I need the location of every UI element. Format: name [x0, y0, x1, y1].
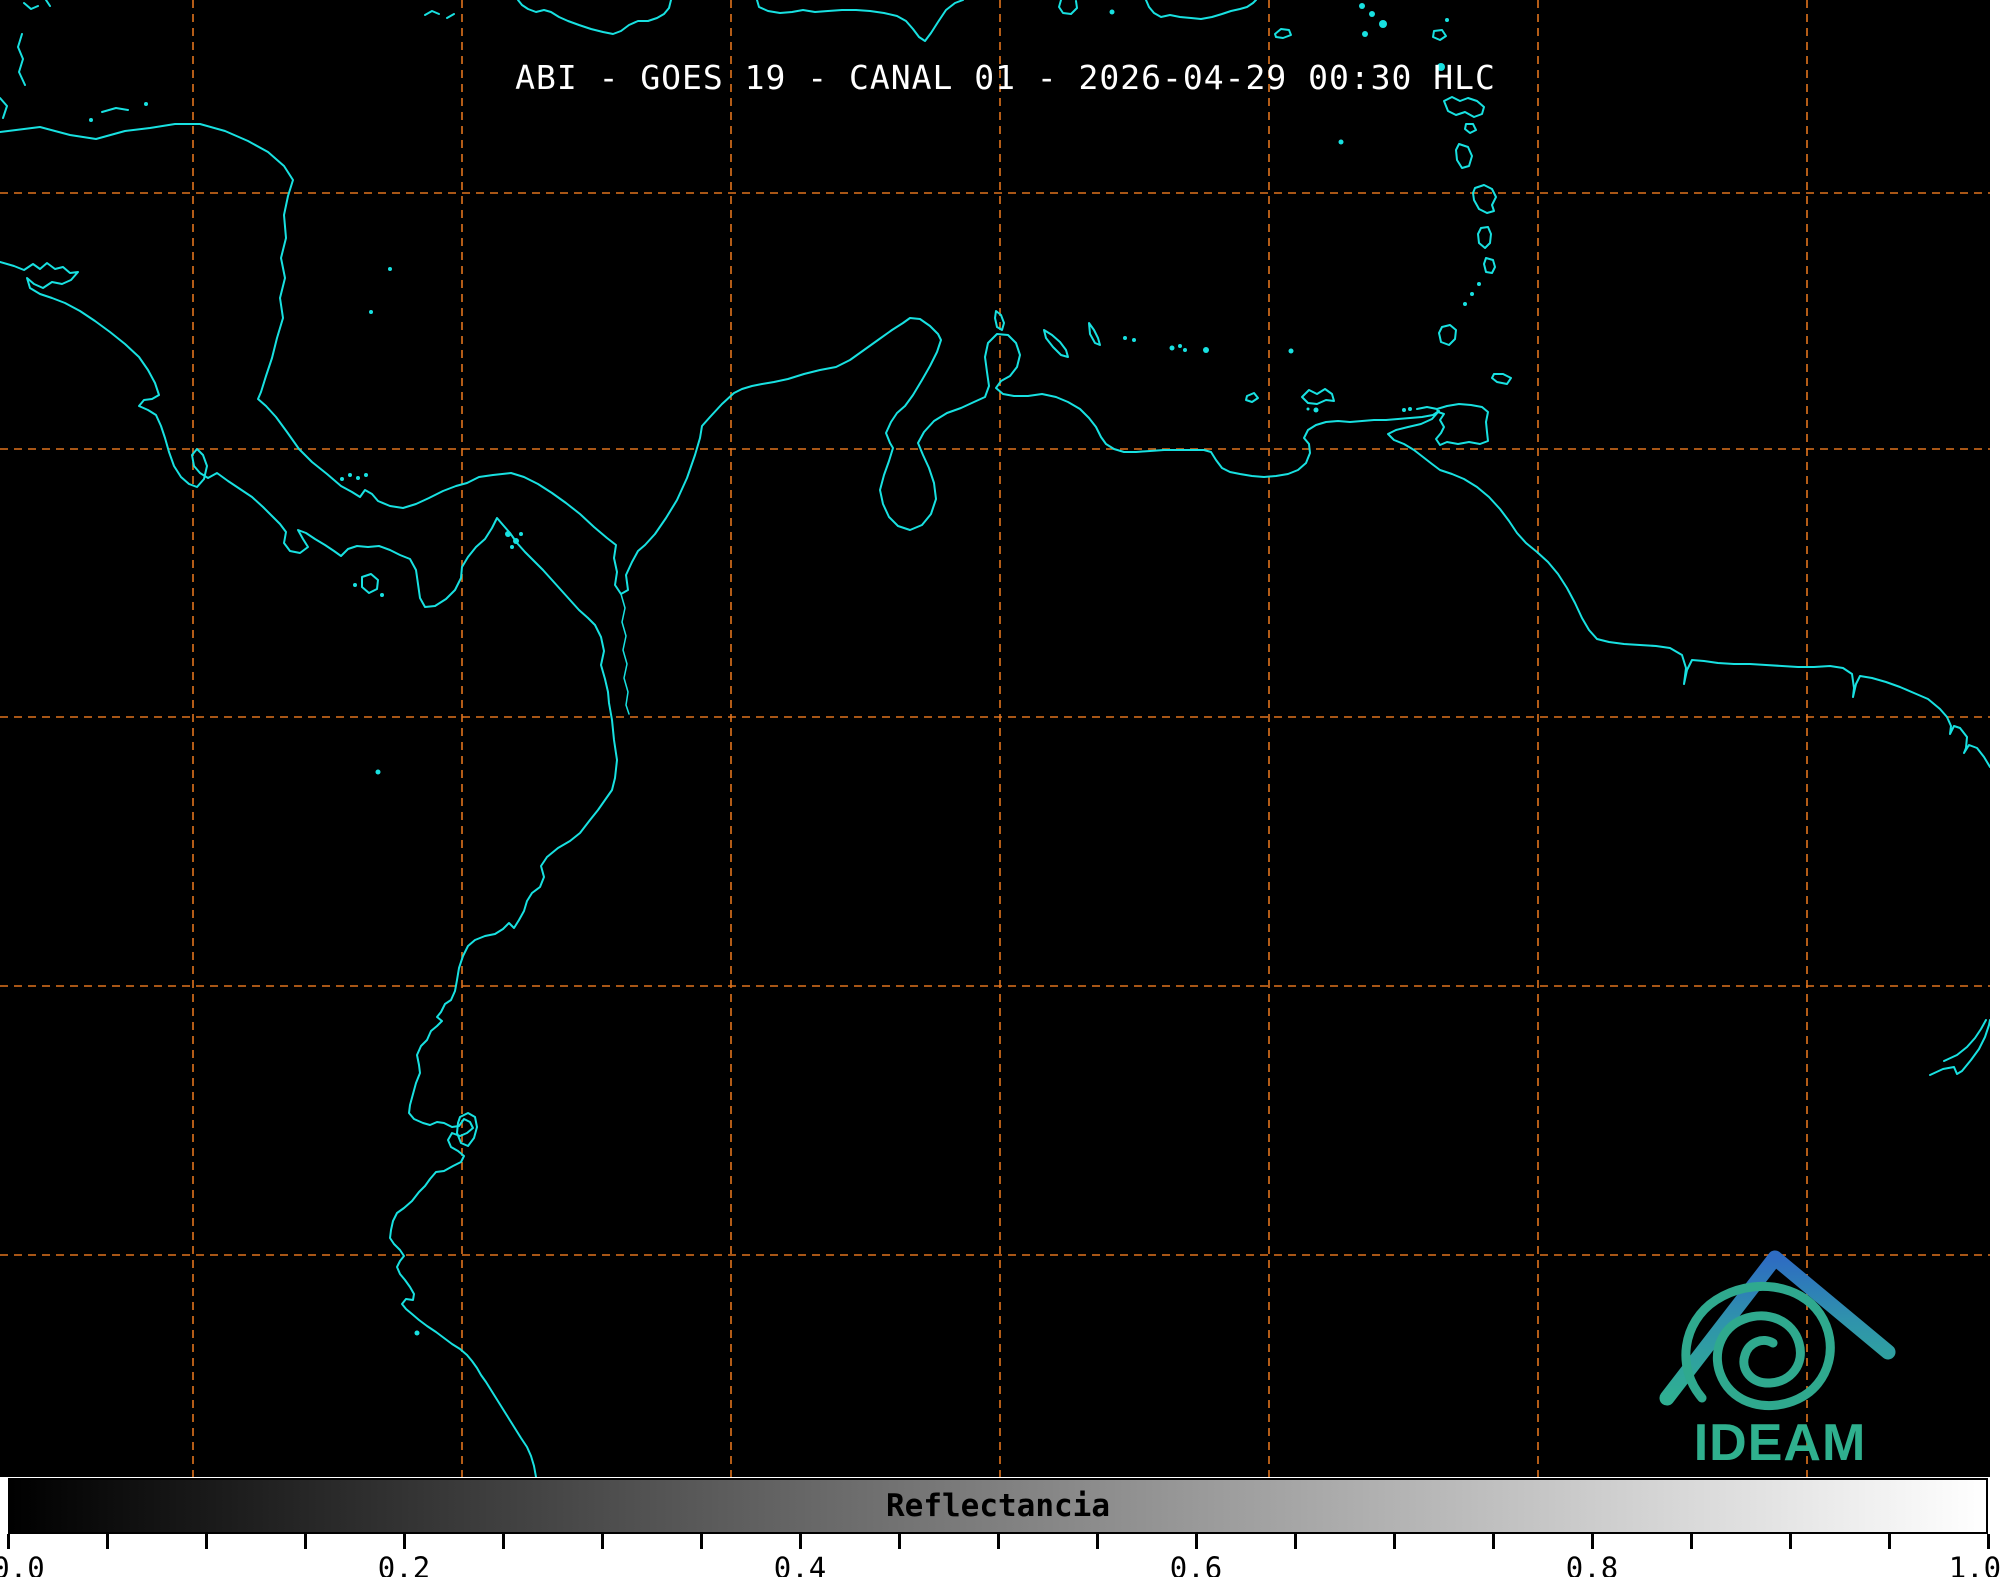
colorbar-tick [7, 1534, 10, 1549]
colorbar-tick [898, 1534, 901, 1549]
colorbar-tick [304, 1534, 307, 1549]
colorbar-ticks: 0.0 0.2 0.4 0.6 0.8 1.0 [0, 1477, 2011, 1577]
coast-hispaniola-south [756, 0, 964, 42]
colorbar-tick [601, 1534, 604, 1549]
colorbar-tick-label: 1.0 [1948, 1551, 2002, 1577]
colorbar-tick [1393, 1534, 1396, 1549]
island-antigua [1432, 29, 1447, 41]
island-st-lucia [1477, 226, 1492, 249]
island-grenada [1438, 324, 1457, 346]
island-martinique [1472, 184, 1497, 214]
colorbar-tick [1888, 1534, 1891, 1549]
image-title: ABI - GOES 19 - CANAL 01 - 2026-04-29 00… [515, 58, 1496, 97]
island-mona [1058, 0, 1078, 15]
colorbar-tick [1195, 1534, 1198, 1549]
colorbar-tick [997, 1534, 1000, 1549]
colorbar-tick [700, 1534, 703, 1549]
coast-atrato-river [620, 593, 630, 715]
island-dominica [1455, 143, 1473, 169]
coast-caribbean-mainland [0, 123, 1990, 768]
island-la-tortuga [1245, 392, 1259, 403]
coast-puerto-rico-south [1145, 0, 1257, 20]
map-right-margin [1990, 0, 2011, 1477]
island-guadeloupe [1443, 96, 1485, 118]
coast-pacific-mainland [0, 261, 618, 1477]
ideam-logo-text: IDEAM [1693, 1414, 1867, 1472]
colorbar-tick [1690, 1534, 1693, 1549]
colorbar-tick [1591, 1534, 1594, 1549]
colorbar-tick-label: 0.0 [0, 1551, 45, 1577]
colorbar-zone: Reflectancia 0.0 0.2 0.4 0.6 0.8 1.0 [0, 1477, 2011, 1577]
colorbar-tick [106, 1534, 109, 1549]
colorbar-tick-label: 0.6 [1169, 1551, 1223, 1577]
small-island-dots [89, 3, 1481, 1336]
island-trinidad [1416, 403, 1489, 446]
island-st-vincent [1483, 257, 1496, 274]
island-tobago [1491, 373, 1512, 385]
colorbar-tick [1987, 1534, 1990, 1549]
colorbar-tick-label: 0.4 [773, 1551, 827, 1577]
colorbar-tick [502, 1534, 505, 1549]
island-bonaire [1088, 322, 1101, 346]
island-margarita [1301, 388, 1335, 405]
colorbar-tick [1492, 1534, 1495, 1549]
colorbar-tick [1294, 1534, 1297, 1549]
colorbar-tick-label: 0.2 [377, 1551, 431, 1577]
coast-amapa-corner [1929, 1019, 1990, 1076]
island-marie-galante [1464, 123, 1477, 134]
island-curacao [1043, 329, 1069, 358]
colorbar-tick [403, 1534, 406, 1549]
colorbar-tick [1096, 1534, 1099, 1549]
satellite-image-screen: ABI - GOES 19 - CANAL 01 - 2026-04-29 00… [0, 0, 2011, 1577]
island-st-croix [1274, 28, 1292, 39]
colorbar-tick-label: 0.8 [1565, 1551, 1619, 1577]
island-puna [456, 1112, 478, 1147]
coast-jamaica-south [517, 0, 672, 35]
map-area: ABI - GOES 19 - CANAL 01 - 2026-04-29 00… [0, 0, 1990, 1477]
colorbar-tick [205, 1534, 208, 1549]
island-coiba [361, 573, 379, 594]
colorbar-tick [1789, 1534, 1792, 1549]
island-cayman-fragments [23, 0, 455, 19]
colorbar-tick [799, 1534, 802, 1549]
